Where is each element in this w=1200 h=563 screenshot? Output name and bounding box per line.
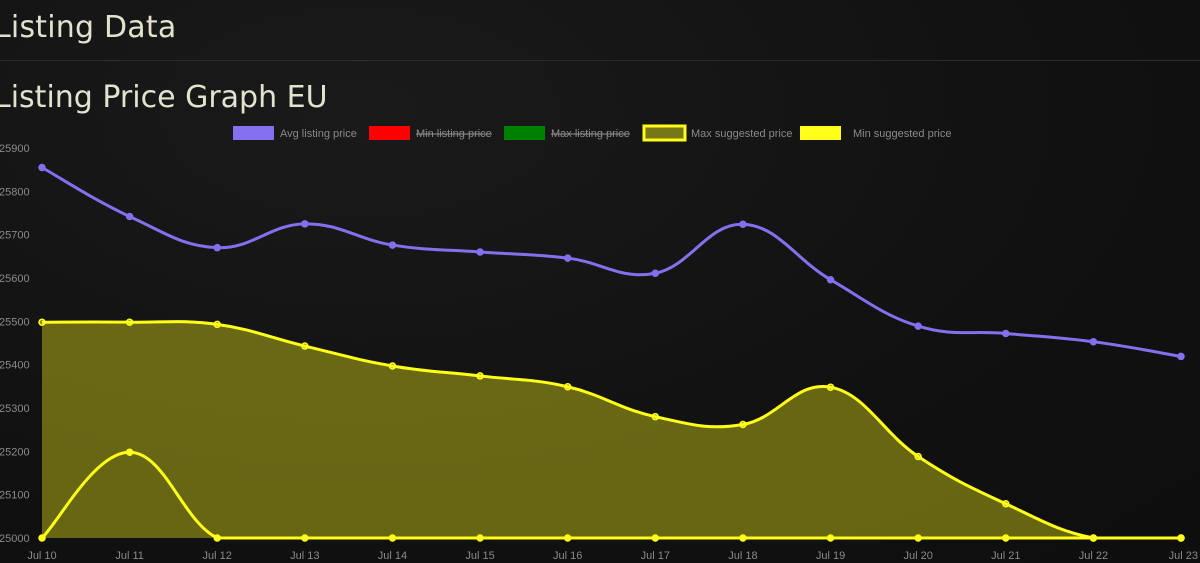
data-point[interactable] <box>476 534 484 542</box>
data-point[interactable] <box>213 320 221 329</box>
legend-item[interactable]: Max listing price <box>504 126 630 140</box>
data-point[interactable] <box>301 342 309 350</box>
legend-swatch <box>369 126 410 140</box>
legend-item[interactable]: Max suggested price <box>642 124 793 142</box>
listing-price-chart: Avg listing price Min listing price Max li… <box>0 124 1198 562</box>
x-tick-label: Jul 14 <box>378 550 407 562</box>
x-tick-label: Jul 13 <box>290 550 319 562</box>
data-point[interactable] <box>739 420 747 429</box>
legend-label: Max suggested price <box>691 128 793 140</box>
y-tick-label: 25200 <box>0 446 30 458</box>
data-point[interactable] <box>651 412 660 421</box>
data-point[interactable] <box>914 452 922 461</box>
data-point[interactable] <box>38 163 46 172</box>
data-point[interactable] <box>563 534 572 542</box>
data-point[interactable] <box>125 448 134 456</box>
data-point[interactable] <box>388 534 397 542</box>
y-tick-label: 25600 <box>0 273 30 285</box>
y-tick-label: 25500 <box>0 316 30 328</box>
section-title: Listing Price Graph EU <box>0 80 328 115</box>
data-point[interactable] <box>125 318 134 326</box>
x-tick-label: Jul 21 <box>991 550 1020 562</box>
data-point[interactable] <box>739 534 747 542</box>
data-point[interactable] <box>914 534 922 542</box>
data-point[interactable] <box>1089 337 1098 346</box>
y-tick-label: 25800 <box>0 186 30 198</box>
legend-item[interactable]: Avg listing price <box>233 126 357 140</box>
legend-swatch <box>800 126 841 140</box>
data-point[interactable] <box>651 269 660 277</box>
x-tick-label: Jul 11 <box>115 550 144 562</box>
data-point[interactable] <box>1002 500 1010 508</box>
legend-label: Min suggested price <box>853 128 951 140</box>
y-axis: 25900 25800 25700 25600 25500 25400 25300 25200… <box>0 143 30 545</box>
x-tick-label: Jul 17 <box>641 550 670 562</box>
data-point[interactable] <box>826 275 835 284</box>
x-tick-label: Jul 23 <box>1169 550 1198 562</box>
legend-swatch <box>233 126 274 140</box>
y-tick-label: 25700 <box>0 230 30 242</box>
y-tick-label: 25000 <box>0 533 30 545</box>
x-tick-label: Jul 22 <box>1079 550 1108 562</box>
page-title: Listing Data <box>0 10 177 45</box>
legend-label: Max listing price <box>551 128 630 140</box>
data-point[interactable] <box>1177 352 1185 361</box>
x-tick-label: Jul 10 <box>27 550 56 562</box>
data-point[interactable] <box>651 534 660 542</box>
y-tick-label: 25300 <box>0 403 30 415</box>
data-point[interactable] <box>388 241 397 249</box>
x-tick-label: Jul 18 <box>728 550 757 562</box>
y-tick-label: 25900 <box>0 143 30 155</box>
data-point[interactable] <box>739 220 747 229</box>
data-point[interactable] <box>213 243 221 252</box>
data-point[interactable] <box>301 220 309 228</box>
data-point[interactable] <box>914 322 922 330</box>
data-point[interactable] <box>826 383 835 391</box>
data-point[interactable] <box>476 248 484 256</box>
legend-swatch <box>504 126 545 140</box>
data-point[interactable] <box>125 212 134 221</box>
data-point[interactable] <box>476 372 484 380</box>
data-point[interactable] <box>563 383 572 391</box>
x-tick-label: Jul 20 <box>903 550 932 562</box>
data-point[interactable] <box>1002 329 1010 338</box>
x-tick-label: Jul 16 <box>553 550 582 562</box>
x-tick-label: Jul 19 <box>816 550 845 562</box>
legend-item[interactable]: Min suggested price <box>800 126 951 140</box>
data-point[interactable] <box>301 534 309 542</box>
data-point[interactable] <box>388 362 397 370</box>
legend-swatch <box>642 124 687 142</box>
title-divider <box>0 60 1200 61</box>
data-point[interactable] <box>1089 534 1098 542</box>
data-point[interactable] <box>38 534 46 542</box>
legend-item[interactable]: Min listing price <box>369 126 492 140</box>
legend-label: Min listing price <box>416 128 492 140</box>
x-tick-label: Jul 12 <box>203 550 232 562</box>
x-axis: Jul 10 Jul 11 Jul 12 Jul 13 Jul 14 Jul 15 Jul … <box>27 550 1198 562</box>
y-tick-label: 25400 <box>0 360 30 372</box>
data-point[interactable] <box>38 318 46 326</box>
data-point[interactable] <box>826 534 835 542</box>
chart-legend[interactable]: Avg listing price Min listing price Max li… <box>233 124 951 142</box>
data-point[interactable] <box>563 254 572 262</box>
legend-label: Avg listing price <box>280 128 357 140</box>
y-tick-label: 25100 <box>0 490 30 502</box>
data-point[interactable] <box>1002 534 1010 542</box>
data-point[interactable] <box>213 534 221 542</box>
x-tick-label: Jul 15 <box>465 550 494 562</box>
data-point[interactable] <box>1177 534 1185 542</box>
